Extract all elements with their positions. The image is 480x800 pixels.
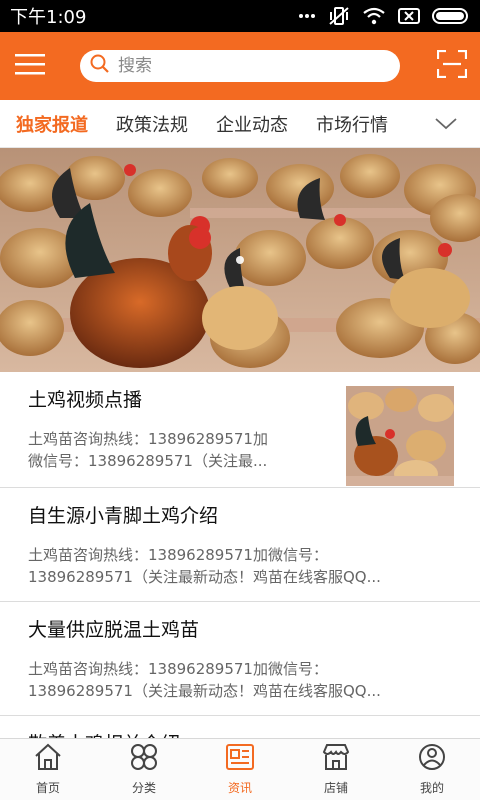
article-title: 自生源小青脚土鸡介绍 [28, 505, 219, 527]
article-summary-line: 土鸡苗咨询热线：13896289571加 [28, 430, 268, 448]
article-summary: 土鸡苗咨询热线：13896289571加 微信号：13896289571（关注最… [28, 428, 318, 472]
scan-button[interactable] [434, 48, 470, 84]
nav-label: 分类 [131, 781, 156, 795]
nav-profile[interactable]: 我的 [384, 739, 480, 800]
user-icon [417, 743, 447, 775]
article-item[interactable]: 自生源小青脚土鸡介绍 土鸡苗咨询热线：13896289571加微信号： 1389… [0, 488, 480, 602]
wifi-icon [362, 7, 386, 25]
search-icon [90, 54, 110, 78]
status-bar: 下午1:09 [0, 0, 480, 32]
chevron-down-icon [435, 115, 457, 134]
nav-label: 店铺 [323, 781, 348, 795]
article-thumbnail [346, 386, 454, 486]
status-icons [298, 6, 470, 26]
article-item[interactable]: 土鸡视频点播 土鸡苗咨询热线：13896289571加 微信号：13896289… [0, 372, 480, 488]
tab-company-news[interactable]: 企业动态 [202, 100, 302, 148]
nav-news[interactable]: 资讯 [192, 739, 288, 800]
nav-label: 资讯 [227, 781, 252, 795]
tab-market-prices[interactable]: 市场行情 [302, 100, 402, 148]
article-summary-line: 土鸡苗咨询热线：13896289571加微信号： [28, 546, 328, 564]
article-item[interactable]: 散养土鸡相关介绍 [0, 716, 480, 738]
app-header [0, 32, 480, 100]
status-time: 下午1:09 [10, 7, 87, 28]
article-summary: 土鸡苗咨询热线：13896289571加微信号： 13896289571（关注最… [28, 544, 452, 588]
nav-store[interactable]: 店铺 [288, 739, 384, 800]
banner-image [0, 148, 480, 372]
tab-exclusive-report[interactable]: 独家报道 [0, 100, 102, 148]
article-title: 土鸡视频点播 [28, 389, 143, 411]
battery-icon [432, 8, 470, 24]
more-dots-icon [298, 13, 316, 19]
tabs-more-button[interactable] [434, 114, 458, 134]
banner-dot-marker [236, 256, 244, 264]
menu-button[interactable] [0, 32, 60, 100]
bottom-nav: 首页 分类 资讯 店铺 我的 [0, 738, 480, 800]
article-title: 散养土鸡相关介绍 [28, 730, 452, 738]
nav-home[interactable]: 首页 [0, 739, 96, 800]
article-item[interactable]: 大量供应脱温土鸡苗 土鸡苗咨询热线：13896289571加微信号： 13896… [0, 602, 480, 716]
nav-label: 我的 [419, 781, 444, 795]
news-feed: 土鸡视频点播 土鸡苗咨询热线：13896289571加 微信号：13896289… [0, 372, 480, 738]
banner-carousel[interactable] [0, 148, 480, 372]
article-title: 大量供应脱温土鸡苗 [28, 619, 200, 641]
article-summary: 土鸡苗咨询热线：13896289571加微信号： 13896289571（关注最… [28, 658, 452, 702]
search-bar[interactable] [80, 50, 400, 82]
nav-label: 首页 [35, 781, 60, 795]
vibrate-icon [328, 6, 350, 26]
article-summary-line: 13896289571（关注最新动态！鸡苗在线客服QQ... [28, 682, 381, 700]
scan-icon [436, 49, 468, 82]
article-summary-line: 13896289571（关注最新动态！鸡苗在线客服QQ... [28, 568, 381, 586]
menu-icon [15, 52, 45, 80]
news-icon [225, 743, 255, 775]
tab-policy-regulations[interactable]: 政策法规 [102, 100, 202, 148]
article-summary-line: 土鸡苗咨询热线：13896289571加微信号： [28, 660, 328, 678]
store-icon [321, 743, 351, 775]
nav-category[interactable]: 分类 [96, 739, 192, 800]
category-tabs: 独家报道 政策法规 企业动态 市场行情 [0, 100, 480, 148]
category-icon [129, 743, 159, 775]
home-icon [33, 743, 63, 775]
article-summary-line: 微信号：13896289571（关注最... [28, 452, 268, 470]
search-input[interactable] [118, 56, 358, 76]
sim-icon [398, 8, 420, 24]
